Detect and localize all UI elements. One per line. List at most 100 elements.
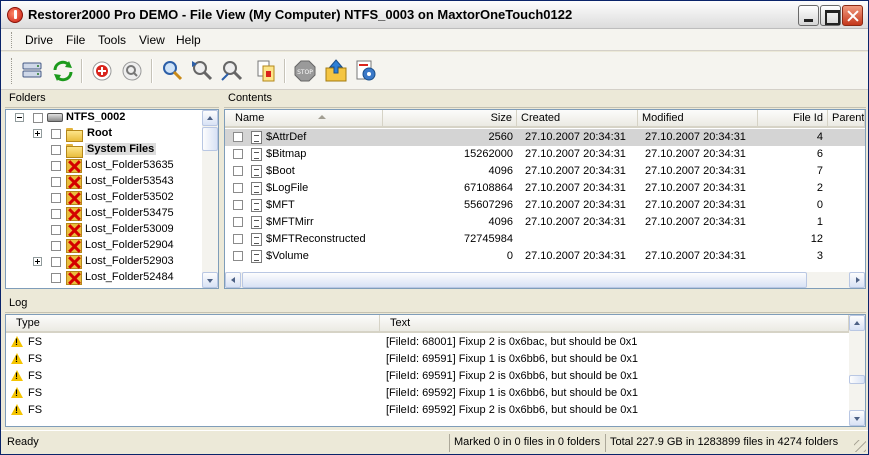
tree-checkbox[interactable] — [51, 225, 61, 235]
file-checkbox[interactable] — [233, 217, 243, 227]
scroll-thumb[interactable] — [242, 272, 807, 288]
file-row[interactable]: $Boot 4096 27.10.2007 20:34:31 27.10.200… — [225, 163, 865, 180]
file-checkbox[interactable] — [233, 132, 243, 142]
file-checkbox[interactable] — [233, 166, 243, 176]
app-logo-icon[interactable] — [7, 7, 23, 23]
tree-item-lost-folder[interactable]: Lost_Folder53475 — [6, 206, 202, 222]
scroll-thumb[interactable] — [849, 375, 865, 384]
scroll-up-button[interactable] — [202, 110, 218, 126]
tree-checkbox[interactable] — [51, 193, 61, 203]
scroll-thumb[interactable] — [202, 127, 218, 151]
menu-file[interactable]: File — [66, 33, 85, 47]
log-row[interactable]: FS [FileId: 69591] Fixup 2 is 0x6bb6, bu… — [6, 368, 846, 385]
tree-item-label: Lost_Folder53502 — [85, 191, 174, 203]
log-row[interactable]: FS [FileId: 69592] Fixup 1 is 0x6bb6, bu… — [6, 385, 846, 402]
title-bar[interactable]: Restorer2000 Pro DEMO - File View (My Co… — [1, 1, 868, 29]
file-row[interactable]: $MFTMirr 4096 27.10.2007 20:34:31 27.10.… — [225, 214, 865, 231]
expand-toggle[interactable] — [33, 129, 42, 138]
tree-item-lost-folder[interactable]: Lost_Folder53543 — [6, 174, 202, 190]
tree-checkbox[interactable] — [51, 257, 61, 267]
scroll-down-button[interactable] — [849, 410, 865, 426]
column-header-modified[interactable]: Modified — [638, 110, 758, 128]
contents-horizontal-scrollbar[interactable] — [225, 272, 865, 288]
tree-checkbox[interactable] — [51, 161, 61, 171]
tree-checkbox[interactable] — [51, 273, 61, 283]
file-checkbox[interactable] — [233, 149, 243, 159]
column-header-file-id[interactable]: File Id — [758, 110, 828, 128]
menu-help[interactable]: Help — [176, 33, 201, 47]
log-column-header-text[interactable]: Text — [380, 315, 849, 333]
tree-checkbox[interactable] — [33, 113, 43, 123]
minimize-button[interactable] — [798, 5, 819, 26]
file-checkbox[interactable] — [233, 251, 243, 261]
scroll-left-button[interactable] — [225, 272, 241, 288]
status-bar: Ready Marked 0 in 0 files in 0 folders T… — [1, 430, 868, 454]
folders-vertical-scrollbar[interactable] — [202, 110, 218, 288]
menu-view[interactable]: View — [139, 33, 165, 47]
maximize-button[interactable] — [820, 5, 841, 26]
resize-grip[interactable] — [854, 440, 866, 452]
file-row[interactable]: $LogFile 67108864 27.10.2007 20:34:31 27… — [225, 180, 865, 197]
settings-icon[interactable] — [353, 58, 379, 84]
file-row[interactable]: $MFT 55607296 27.10.2007 20:34:31 27.10.… — [225, 197, 865, 214]
tree-item-ntfs-0002[interactable]: NTFS_0002 — [6, 110, 202, 126]
menu-drive[interactable]: Drive — [25, 33, 53, 47]
file-checkbox[interactable] — [233, 200, 243, 210]
tree-item-lost-folder[interactable]: Lost_Folder53009 — [6, 222, 202, 238]
file-name: $Bitmap — [266, 148, 307, 160]
stop-icon[interactable]: STOP — [292, 58, 318, 84]
search-icon[interactable] — [159, 58, 185, 84]
file-checkbox[interactable] — [233, 234, 243, 244]
drives-icon[interactable] — [20, 58, 46, 84]
column-header-name[interactable]: Name — [225, 110, 383, 128]
recover-icon[interactable] — [323, 58, 349, 84]
tree-checkbox[interactable] — [51, 129, 61, 139]
log-row[interactable]: FS [FileId: 69591] Fixup 1 is 0x6bb6, bu… — [6, 351, 846, 368]
tree-checkbox[interactable] — [51, 209, 61, 219]
log-row[interactable]: FS [FileId: 68001] Fixup 2 is 0x6bac, bu… — [6, 334, 846, 351]
tree-item-lost-folder[interactable]: Lost_Folder52484 — [6, 270, 202, 286]
tree-item-root[interactable]: Root — [6, 126, 202, 142]
find-next-icon[interactable] — [189, 58, 215, 84]
refresh-icon[interactable] — [50, 58, 76, 84]
log-row[interactable]: FS [FileId: 69592] Fixup 2 is 0x6bb6, bu… — [6, 402, 846, 419]
file-modified: 27.10.2007 20:34:31 — [645, 250, 746, 262]
tree-item-system-files[interactable]: System Files — [6, 142, 202, 158]
system-file-icon — [251, 233, 262, 246]
log-list[interactable]: Type Text FS [FileId: 68001] Fixup 2 is … — [5, 314, 866, 427]
column-header-created[interactable]: Created — [517, 110, 638, 128]
file-checkbox[interactable] — [233, 183, 243, 193]
toolbar-grip[interactable] — [11, 58, 13, 84]
file-info-icon[interactable] — [253, 58, 279, 84]
log-vertical-scrollbar[interactable] — [849, 315, 865, 426]
tree-checkbox[interactable] — [51, 145, 61, 155]
scroll-down-button[interactable] — [202, 272, 218, 288]
file-row[interactable]: $MFTReconstructed 72745984 12 — [225, 231, 865, 248]
close-button[interactable] — [842, 5, 863, 26]
expand-toggle[interactable] — [33, 257, 42, 266]
log-column-header-type[interactable]: Type — [6, 315, 380, 333]
file-row[interactable]: $Bitmap 15262000 27.10.2007 20:34:31 27.… — [225, 146, 865, 163]
column-header-size[interactable]: Size — [383, 110, 517, 128]
column-header-parent[interactable]: Parent — [828, 110, 865, 128]
file-created: 27.10.2007 20:34:31 — [525, 165, 626, 177]
menu-tools[interactable]: Tools — [98, 33, 126, 47]
file-row[interactable]: $Volume 0 27.10.2007 20:34:31 27.10.2007… — [225, 248, 865, 265]
zoom-icon[interactable] — [119, 58, 145, 84]
tree-checkbox[interactable] — [51, 241, 61, 251]
tree-item-lost-folder[interactable]: Lost_Folder52903 — [6, 254, 202, 270]
tree-item-lost-folder[interactable]: Lost_Folder53635 — [6, 158, 202, 174]
file-row[interactable]: $AttrDef 2560 27.10.2007 20:34:31 27.10.… — [225, 129, 865, 146]
tree-item-lost-folder[interactable]: Lost_Folder53502 — [6, 190, 202, 206]
menubar-grip[interactable] — [11, 32, 13, 48]
add-icon[interactable] — [89, 58, 115, 84]
collapse-toggle[interactable] — [15, 113, 24, 122]
tree-item-lost-folder[interactable]: Lost_Folder52904 — [6, 238, 202, 254]
scroll-up-button[interactable] — [849, 315, 865, 331]
folders-tree[interactable]: NTFS_0002 Root System Files Lost_Folder5… — [5, 109, 219, 289]
file-name: $AttrDef — [266, 131, 307, 143]
contents-list[interactable]: Name Size Created Modified File Id Paren… — [224, 109, 866, 289]
tree-checkbox[interactable] — [51, 177, 61, 187]
find-all-icon[interactable] — [219, 58, 245, 84]
scroll-right-button[interactable] — [849, 272, 865, 288]
